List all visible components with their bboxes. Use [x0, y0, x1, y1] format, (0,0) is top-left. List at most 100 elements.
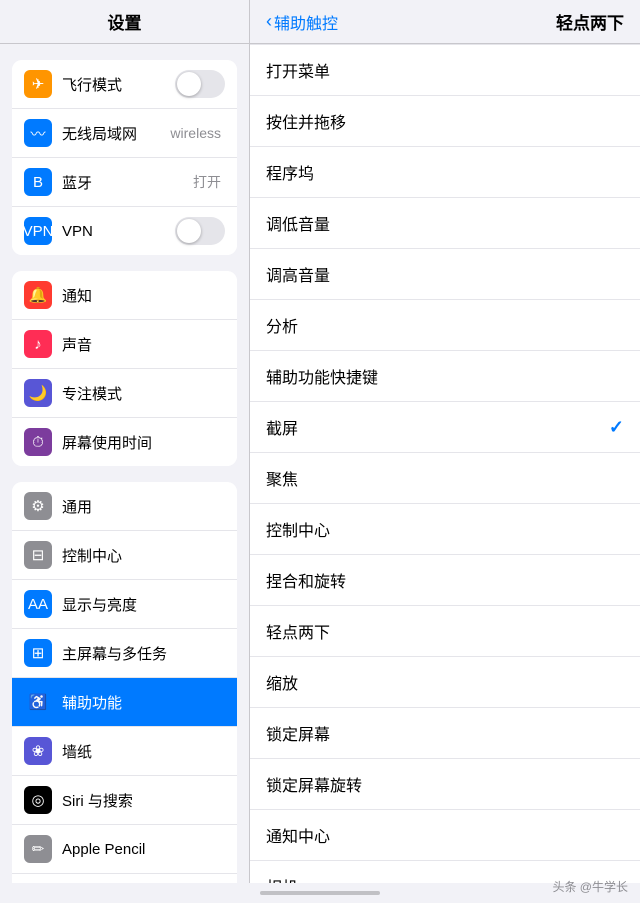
vpn-icon: VPN — [24, 217, 52, 245]
controlcenter-icon: ⊟ — [24, 541, 52, 569]
airplane-label: 飞行模式 — [62, 74, 175, 95]
sidebar-group-2: ⚙ 通用 ⊟ 控制中心 AA 显示与亮度 ⊞ 主屏幕与多任务 ♿ 辅助功能 ❀ 墙纸 ◎ Siri 与搜索… — [0, 482, 249, 883]
airplane-icon: ✈ — [24, 70, 52, 98]
wallpaper-label: 墙纸 — [62, 741, 225, 762]
siri-icon: ◎ — [24, 786, 52, 814]
right-panel-title: 轻点两下 — [556, 9, 624, 34]
vpn-label: VPN — [62, 223, 175, 240]
sidebar-item-airplane[interactable]: ✈ 飞行模式 — [12, 60, 237, 109]
main-content: ✈ 飞行模式〰无线局域网wirelessB蓝牙打开 VPN VPN 🔔 通知 ♪ 声音 🌙专注模… — [0, 44, 640, 883]
sidebar-item-wallpaper[interactable]: ❀ 墙纸 — [12, 727, 237, 776]
bluetooth-icon: B — [24, 168, 52, 196]
sound-icon: ♪ — [24, 330, 52, 358]
back-chevron-icon: ‹ — [266, 11, 272, 32]
right-item-program_code[interactable]: 程序坞 — [250, 147, 640, 198]
sidebar-card-2: ⚙ 通用 ⊟ 控制中心 AA 显示与亮度 ⊞ 主屏幕与多任务 ♿ 辅助功能 ❀ 墙纸 ◎ Siri 与搜索… — [12, 482, 237, 883]
sidebar-card-0: ✈ 飞行模式〰无线局域网wirelessB蓝牙打开 VPN VPN — [12, 60, 237, 255]
sidebar-item-bluetooth[interactable]: B蓝牙打开 — [12, 158, 237, 207]
airplane-toggle[interactable] — [175, 70, 225, 98]
right-item-shortcut[interactable]: 辅助功能快捷键 — [250, 351, 640, 402]
sidebar-item-accessibility[interactable]: ♿ 辅助功能 — [12, 678, 237, 727]
right-item-label-camera: 相机 — [266, 874, 298, 883]
right-items-list: 打开菜单按住并拖移程序坞调低音量调高音量分析辅助功能快捷键截屏✓ 聚焦控制中心捏合… — [250, 44, 640, 883]
wifi-icon: 〰 — [24, 119, 52, 147]
right-item-label-analytics: 分析 — [266, 313, 298, 337]
back-button[interactable]: ‹ 辅助触控 — [266, 10, 338, 34]
sidebar-group-0: ✈ 飞行模式〰无线局域网wirelessB蓝牙打开 VPN VPN — [0, 60, 249, 255]
right-item-pinch_rotate[interactable]: 捏合和旋转 — [250, 555, 640, 606]
right-item-lock_screen[interactable]: 锁定屏幕 — [250, 708, 640, 759]
watermark: 头条 @牛学长 — [552, 878, 628, 883]
general-icon: ⚙ — [24, 492, 52, 520]
sidebar-item-notification[interactable]: 🔔 通知 — [12, 271, 237, 320]
right-item-label-shortcut: 辅助功能快捷键 — [266, 364, 378, 388]
right-item-label-lock_screen: 锁定屏幕 — [266, 721, 330, 745]
right-item-notification_center[interactable]: 通知中心 — [250, 810, 640, 861]
right-item-control_center[interactable]: 控制中心 — [250, 504, 640, 555]
right-item-label-press_drag: 按住并拖移 — [266, 109, 346, 133]
sidebar-item-screentime[interactable]: ⏱屏幕使用时间 — [12, 418, 237, 466]
right-item-lock_rotation[interactable]: 锁定屏幕旋转 — [250, 759, 640, 810]
sidebar-item-controlcenter[interactable]: ⊟ 控制中心 — [12, 531, 237, 580]
notification-icon: 🔔 — [24, 281, 52, 309]
wallpaper-icon: ❀ — [24, 737, 52, 765]
right-item-label-notification_center: 通知中心 — [266, 823, 330, 847]
right-item-label-program_code: 程序坞 — [266, 160, 314, 184]
right-item-open_menu[interactable]: 打开菜单 — [250, 44, 640, 96]
sidebar-item-wifi[interactable]: 〰无线局域网wireless — [12, 109, 237, 158]
siri-label: Siri 与搜索 — [62, 790, 225, 811]
sidebar-item-vpn[interactable]: VPN VPN — [12, 207, 237, 255]
right-item-vol_up[interactable]: 调高音量 — [250, 249, 640, 300]
general-label: 通用 — [62, 496, 225, 517]
pencil-label: Apple Pencil — [62, 841, 225, 858]
sound-label: 声音 — [62, 334, 225, 355]
sidebar-item-general[interactable]: ⚙ 通用 — [12, 482, 237, 531]
sidebar-item-focus[interactable]: 🌙专注模式 — [12, 369, 237, 418]
sidebar-title: 设置 — [0, 0, 250, 43]
right-item-press_drag[interactable]: 按住并拖移 — [250, 96, 640, 147]
sidebar-item-sound[interactable]: ♪ 声音 — [12, 320, 237, 369]
right-item-zoom[interactable]: 缩放 — [250, 657, 640, 708]
wifi-label: 无线局域网 — [62, 123, 170, 144]
vpn-toggle[interactable] — [175, 217, 225, 245]
header: 设置 ‹ 辅助触控 轻点两下 — [0, 0, 640, 44]
right-panel: 打开菜单按住并拖移程序坞调低音量调高音量分析辅助功能快捷键截屏✓ 聚焦控制中心捏合… — [250, 44, 640, 883]
right-item-label-open_menu: 打开菜单 — [266, 58, 330, 82]
accessibility-icon: ♿ — [24, 688, 52, 716]
right-item-label-focus_item: 聚焦 — [266, 466, 298, 490]
right-item-vol_down[interactable]: 调低音量 — [250, 198, 640, 249]
sidebar-item-siri[interactable]: ◎ Siri 与搜索 — [12, 776, 237, 825]
bottom-bar — [0, 883, 640, 903]
controlcenter-label: 控制中心 — [62, 545, 225, 566]
screentime-icon: ⏱ — [24, 428, 52, 456]
settings-sidebar: ✈ 飞行模式〰无线局域网wirelessB蓝牙打开 VPN VPN 🔔 通知 ♪ 声音 🌙专注模… — [0, 44, 250, 883]
right-item-label-pinch_rotate: 捏合和旋转 — [266, 568, 346, 592]
sidebar-item-homescreen[interactable]: ⊞ 主屏幕与多任务 — [12, 629, 237, 678]
notification-label: 通知 — [62, 285, 225, 306]
right-item-analytics[interactable]: 分析 — [250, 300, 640, 351]
pencil-icon: ✏ — [24, 835, 52, 863]
focus-icon: 🌙 — [24, 379, 52, 407]
sidebar-item-pencil[interactable]: ✏ Apple Pencil — [12, 825, 237, 874]
sidebar-group-1: 🔔 通知 ♪ 声音 🌙专注模式⏱屏幕使用时间 — [0, 271, 249, 466]
right-item-label-vol_up: 调高音量 — [266, 262, 330, 286]
right-item-label-zoom: 缩放 — [266, 670, 298, 694]
accessibility-label: 辅助功能 — [62, 692, 225, 713]
homescreen-icon: ⊞ — [24, 639, 52, 667]
display-icon: AA — [24, 590, 52, 618]
right-item-label-double_tap: 轻点两下 — [266, 619, 330, 643]
right-item-label-screenshot: 截屏 — [266, 415, 298, 439]
right-item-focus_item[interactable]: 聚焦 — [250, 453, 640, 504]
sidebar-card-1: 🔔 通知 ♪ 声音 🌙专注模式⏱屏幕使用时间 — [12, 271, 237, 466]
right-item-label-control_center: 控制中心 — [266, 517, 330, 541]
homescreen-label: 主屏幕与多任务 — [62, 643, 225, 664]
bluetooth-value: 打开 — [193, 172, 221, 192]
right-item-label-vol_down: 调低音量 — [266, 211, 330, 235]
sidebar-item-touchid[interactable]: ⬡触控 ID 与密码 — [12, 874, 237, 883]
sidebar-item-display[interactable]: AA 显示与亮度 — [12, 580, 237, 629]
right-item-screenshot[interactable]: 截屏✓ — [250, 402, 640, 453]
right-item-double_tap[interactable]: 轻点两下 — [250, 606, 640, 657]
header-right: ‹ 辅助触控 轻点两下 — [250, 0, 640, 43]
home-indicator — [260, 891, 380, 895]
display-label: 显示与亮度 — [62, 594, 225, 615]
